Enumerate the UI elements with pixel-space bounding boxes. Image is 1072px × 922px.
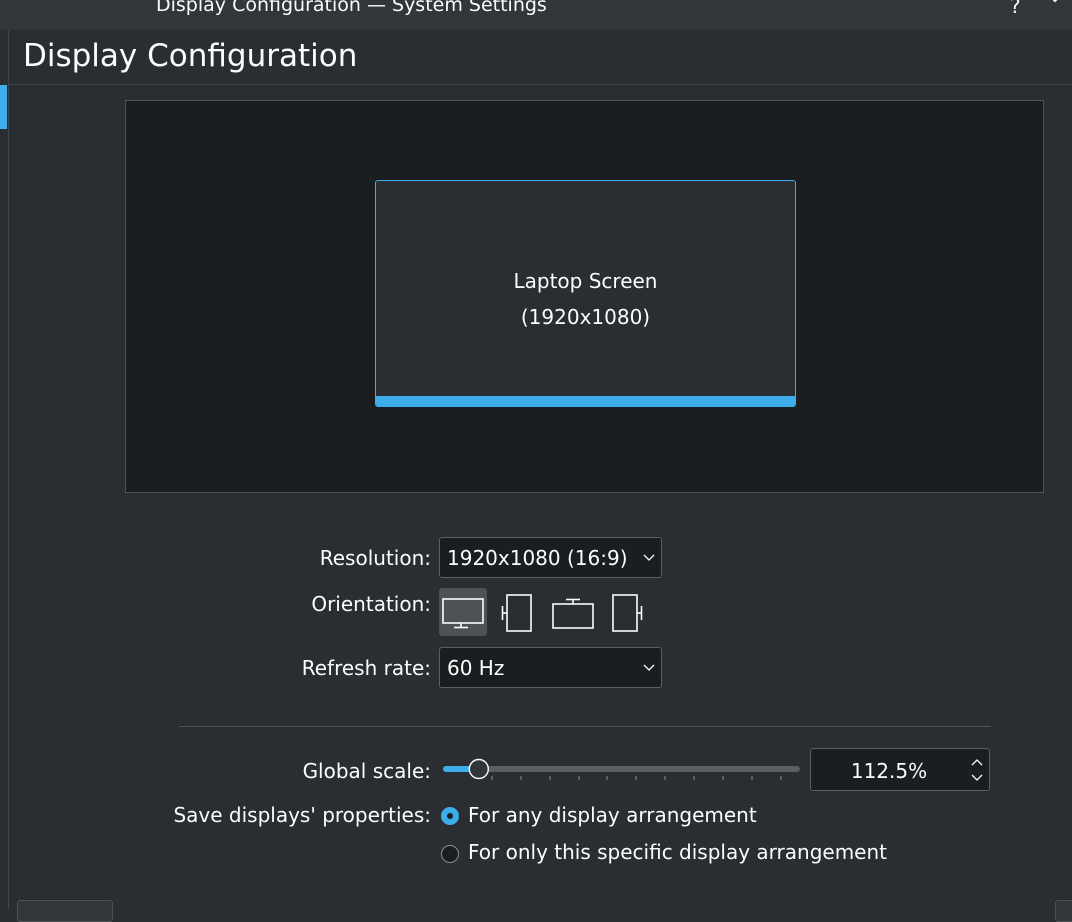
- sidebar-active-indicator[interactable]: [0, 85, 7, 129]
- refresh-rate-label: Refresh rate:: [301, 656, 431, 680]
- slider-groove: [443, 766, 800, 772]
- chevron-down-icon: [643, 554, 655, 561]
- window-titlebar: Display Configuration — System Settings …: [0, 0, 1072, 30]
- global-scale-slider[interactable]: [441, 757, 802, 783]
- bottom-left-button[interactable]: [17, 900, 113, 922]
- save-specific-arrangement-label[interactable]: For only this specific display arrangeme…: [468, 840, 887, 864]
- refresh-rate-combobox[interactable]: 60 Hz: [439, 647, 662, 688]
- chevron-down-icon: [643, 664, 655, 671]
- screen-resolution: (1920x1080): [520, 305, 651, 329]
- global-scale-value: 112.5%: [850, 759, 928, 783]
- slider-ticks: [491, 776, 782, 780]
- chevron-down-icon[interactable]: [1044, 0, 1066, 8]
- header-divider: [9, 84, 1072, 85]
- screen-selected-bar: [376, 396, 795, 406]
- section-divider: [179, 726, 991, 727]
- orientation-label: Orientation:: [311, 592, 431, 616]
- save-specific-arrangement-radio[interactable]: [441, 845, 459, 863]
- save-any-arrangement-radio[interactable]: [441, 807, 459, 825]
- resolution-label: Resolution:: [319, 546, 431, 570]
- resolution-combobox[interactable]: 1920x1080 (16:9): [439, 537, 662, 578]
- page-title: Display Configuration: [23, 38, 358, 74]
- sidebar-rail: [0, 30, 9, 909]
- screen-name: Laptop Screen: [513, 269, 658, 293]
- monitor-flipped-icon: [552, 598, 594, 629]
- resolution-value: 1920x1080 (16:9): [447, 546, 628, 570]
- display-arrangement-area: Laptop Screen (1920x1080): [125, 100, 1044, 493]
- save-properties-label: Save displays' properties:: [173, 803, 431, 827]
- save-any-arrangement-label[interactable]: For any display arrangement: [468, 803, 757, 827]
- monitor-landscape-icon: [442, 598, 484, 629]
- help-button[interactable]: ?: [1010, 0, 1021, 18]
- bottom-right-button[interactable]: [1055, 900, 1072, 922]
- orientation-portrait-left-button[interactable]: [495, 588, 543, 636]
- global-scale-label: Global scale:: [302, 759, 431, 783]
- monitor-portrait-left-icon: [501, 594, 532, 632]
- refresh-rate-value: 60 Hz: [447, 656, 505, 680]
- spin-arrows-icon[interactable]: [971, 757, 983, 783]
- global-scale-spinbox[interactable]: 112.5%: [810, 748, 990, 791]
- laptop-screen-output[interactable]: Laptop Screen (1920x1080): [375, 180, 796, 407]
- slider-handle[interactable]: [468, 758, 490, 780]
- orientation-landscape-button[interactable]: [439, 588, 487, 636]
- window-title: Display Configuration — System Settings: [156, 0, 547, 16]
- monitor-portrait-right-icon: [612, 594, 643, 632]
- orientation-landscape-flipped-button[interactable]: [549, 588, 597, 636]
- orientation-portrait-right-button[interactable]: [603, 588, 651, 636]
